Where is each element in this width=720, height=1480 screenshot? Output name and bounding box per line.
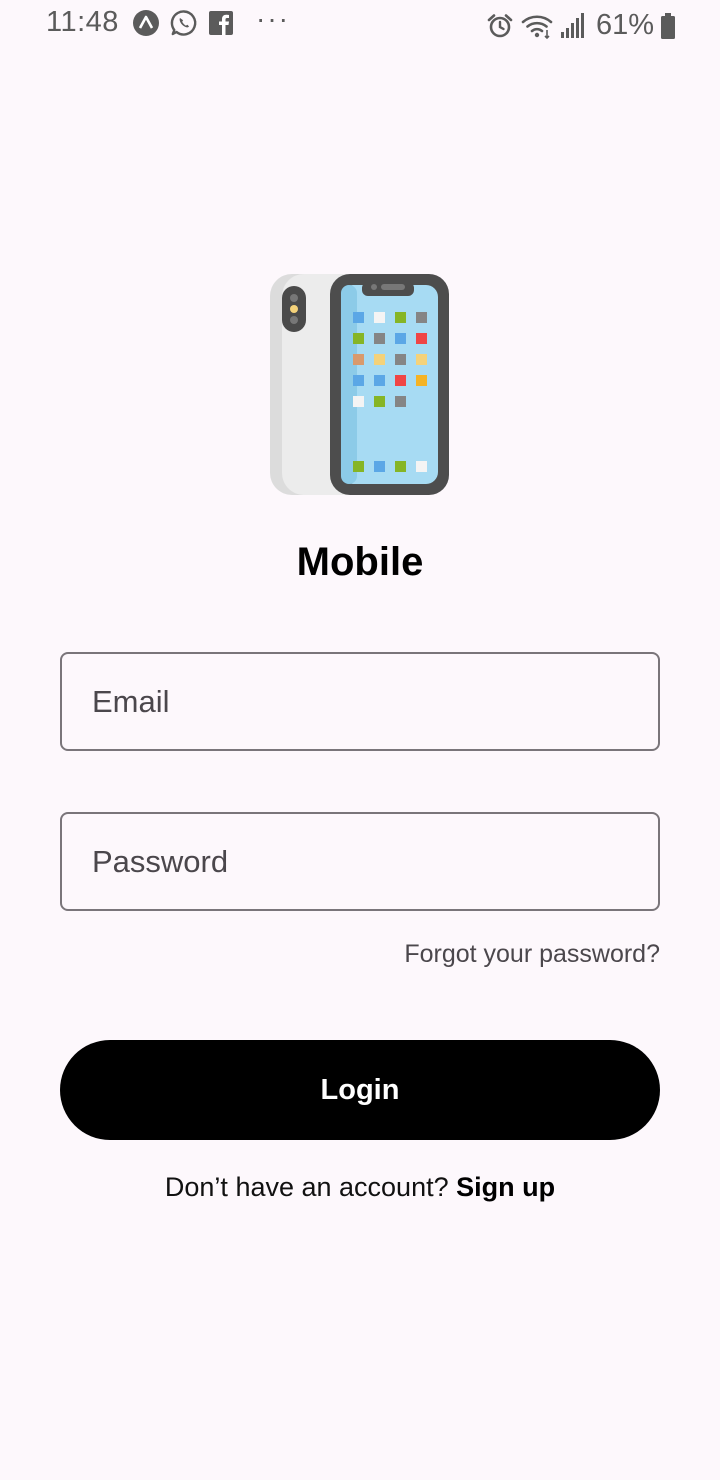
nav-icon xyxy=(133,10,159,36)
status-time: 11:48 xyxy=(46,6,119,38)
battery-percent: 61% xyxy=(595,9,654,41)
signup-prompt: Don’t have an account? xyxy=(164,1172,457,1202)
status-left-icons xyxy=(132,9,234,37)
mobile-phone-illustration xyxy=(270,274,449,495)
signup-link[interactable]: Sign up xyxy=(456,1172,555,1202)
login-button[interactable]: Login xyxy=(60,1040,660,1140)
battery-icon xyxy=(661,12,675,39)
email-field[interactable] xyxy=(60,652,660,751)
whatsapp-icon xyxy=(170,10,197,36)
signal-icon xyxy=(560,12,584,38)
alarm-icon xyxy=(487,13,513,37)
status-bar: 11:48 ··· 61% xyxy=(0,0,720,50)
more-notifications-icon: ··· xyxy=(256,3,290,34)
status-right-icons: 61% xyxy=(486,9,676,42)
signup-row: Don’t have an account? Sign up xyxy=(0,1172,720,1203)
password-field[interactable] xyxy=(60,812,660,911)
facebook-icon xyxy=(209,11,233,36)
wifi-icon xyxy=(521,14,553,39)
forgot-password-link[interactable]: Forgot your password? xyxy=(404,940,660,969)
app-title: Mobile xyxy=(296,540,424,584)
